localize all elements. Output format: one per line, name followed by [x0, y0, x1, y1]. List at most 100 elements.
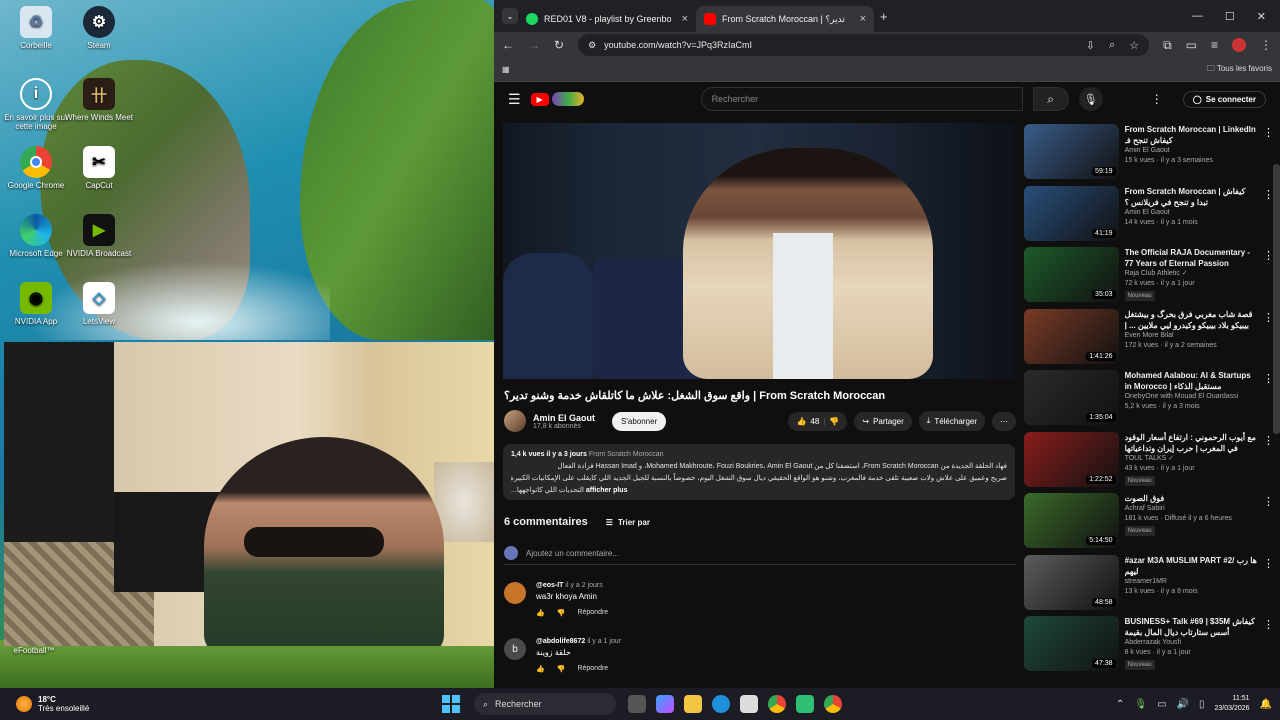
show-more-link[interactable]: afficher plus — [586, 487, 628, 494]
bookmark-star-icon[interactable]: ☆ — [1129, 39, 1139, 52]
more-actions-button[interactable]: ⋯ — [992, 411, 1016, 431]
search-button[interactable]: ⌕ — [1032, 87, 1069, 111]
profile-avatar[interactable] — [1232, 38, 1246, 52]
network-icon[interactable]: ▭ — [1157, 699, 1166, 710]
video-thumbnail[interactable]: 48:58 — [1024, 554, 1119, 610]
reply-button[interactable]: Répondre — [577, 609, 608, 617]
start-button[interactable] — [442, 695, 460, 713]
add-comment[interactable]: Ajoutez un commentaire... — [504, 546, 1016, 565]
related-video-item[interactable]: 35:03 The Official RAJA Documentary - 77 … — [1024, 247, 1274, 309]
related-video-item[interactable]: 1:35:04 Mohamed Aalabou: AI & Startups in… — [1024, 370, 1274, 432]
chrome-profile-taskbar-icon[interactable] — [824, 695, 842, 713]
apps-grid-icon[interactable]: ▦ — [502, 65, 510, 74]
file-explorer-icon[interactable] — [684, 695, 702, 713]
video-thumbnail[interactable]: 59:19 — [1024, 124, 1119, 179]
edge-taskbar-icon[interactable] — [712, 695, 730, 713]
tab-search-icon[interactable]: ⌄ — [502, 8, 518, 24]
chrome-taskbar-icon[interactable] — [768, 695, 786, 713]
video-options-icon[interactable]: ⋮ — [1263, 432, 1274, 494]
download-button[interactable]: ⤓ Télécharger — [918, 411, 985, 431]
media-icon[interactable]: ≡ — [1211, 38, 1218, 52]
zoom-icon[interactable]: ⌕ — [1109, 39, 1115, 52]
desktop-icon-nvidia-broadcast[interactable]: ▶ NVIDIA Broadcast — [60, 214, 138, 258]
video-thumbnail[interactable]: 1:22:52 — [1024, 431, 1119, 487]
extensions-icon[interactable]: ⧉ — [1163, 38, 1172, 53]
related-video-item[interactable]: 41:19 From Scratch Moroccan | كيفاش تبدا … — [1024, 185, 1274, 248]
close-window-icon[interactable]: ✕ — [1257, 10, 1266, 23]
comment-avatar[interactable]: b — [504, 638, 526, 660]
site-info-icon[interactable]: ⚙ — [588, 40, 596, 51]
video-description[interactable]: 1,4 k vues il y a 3 jours From Scratch M… — [503, 444, 1015, 500]
comment-dislike-icon[interactable]: 👎 — [557, 609, 566, 617]
comment-dislike-icon[interactable]: 👎 — [557, 665, 566, 673]
all-bookmarks[interactable]: 🗀 Tous les favoris — [1207, 63, 1272, 77]
video-thumbnail[interactable]: 47:38 — [1024, 616, 1119, 671]
close-icon[interactable]: × — [860, 13, 866, 25]
related-video-title[interactable]: فوق الصوت — [1125, 493, 1257, 504]
video-thumbnail[interactable]: 41:19 — [1024, 185, 1119, 241]
battery-icon[interactable]: ▯ — [1199, 699, 1205, 710]
related-video-title[interactable]: مع أيوب الرحموني : ارتفاع أسعار الوقود ف… — [1125, 432, 1257, 454]
maximize-icon[interactable]: ☐ — [1225, 10, 1235, 23]
menu-icon[interactable]: ⋮ — [1260, 38, 1272, 52]
related-video-item[interactable]: 47:38 BUSINESS+ Talk #69 | $35M كيفاش أسس… — [1024, 616, 1274, 678]
related-video-item[interactable]: 1:41:26 قصة شاب مغربي فرق بحرگ و بيشتغل ب… — [1024, 308, 1274, 371]
related-video-title[interactable]: The Official RAJA Documentary - 77 Years… — [1125, 247, 1257, 269]
minimize-icon[interactable]: — — [1192, 10, 1203, 23]
reply-button[interactable]: Répondre — [577, 665, 608, 673]
settings-kebab-icon[interactable]: ⋮ — [1151, 92, 1163, 106]
back-icon[interactable]: ← — [502, 38, 514, 52]
address-bar[interactable]: ⚙ youtube.com/watch?v=JPq3RzIaCmI ⇩ ⌕ ☆ — [578, 34, 1150, 56]
related-video-title[interactable]: #azar M3A MUSLIM PART #2/ ها رب ليهم — [1125, 555, 1257, 577]
add-comment-input[interactable]: Ajoutez un commentaire... — [526, 549, 619, 558]
search-input[interactable]: Rechercher — [700, 87, 1023, 111]
video-thumbnail[interactable]: 35:03 — [1024, 247, 1119, 302]
taskbar-search[interactable]: ⌕ Rechercher — [474, 693, 616, 715]
store-icon[interactable] — [740, 695, 758, 713]
weather-widget[interactable]: 18°C Très ensoleillé — [0, 695, 420, 713]
channel-name[interactable]: Amin El Gaout — [533, 413, 595, 423]
channel-avatar[interactable] — [504, 410, 526, 432]
desktop-icon-letsview[interactable]: ◇ LetsView — [60, 282, 138, 326]
video-thumbnail[interactable]: 1:35:04 — [1024, 370, 1119, 425]
app-taskbar-icon[interactable] — [796, 695, 814, 713]
video-player[interactable] — [503, 123, 1015, 379]
share-button[interactable]: ↪ Partager — [854, 411, 912, 431]
desktop-icon-efootball[interactable]: eFootball™ — [4, 646, 64, 655]
close-icon[interactable]: × — [682, 13, 688, 25]
tab-youtube[interactable]: From Scratch Moroccan | تدير؟ × — [696, 6, 874, 32]
desktop-icon-steam[interactable]: ⚙ Steam — [60, 6, 138, 50]
related-video-title[interactable]: BUSINESS+ Talk #69 | $35M كيفاش أسس ستار… — [1125, 616, 1257, 638]
task-view-icon[interactable] — [628, 695, 646, 713]
video-thumbnail[interactable]: 1:41:26 — [1024, 308, 1119, 364]
related-video-title[interactable]: From Scratch Moroccan | LinkedIn كيفاش ت… — [1125, 124, 1257, 146]
sort-comments-button[interactable]: ☰ Trier par — [606, 518, 650, 527]
related-video-item[interactable]: 48:58 #azar M3A MUSLIM PART #2/ ها رب ليه… — [1024, 554, 1274, 617]
forward-icon[interactable]: → — [528, 38, 540, 52]
youtube-logo[interactable]: ▶ — [530, 90, 587, 108]
install-icon[interactable]: ⇩ — [1086, 39, 1095, 52]
mic-tray-icon[interactable]: 🎙 — [1134, 699, 1147, 710]
related-video-item[interactable]: 1:22:52 مع أيوب الرحموني : ارتفاع أسعار ا… — [1024, 431, 1274, 494]
new-tab-icon[interactable]: + — [880, 9, 888, 24]
tab-spotify[interactable]: RED01 V8 - playlist by Greenbo × — [518, 6, 696, 32]
hamburger-menu-icon[interactable]: ☰ — [508, 91, 521, 108]
thumbs-down-icon[interactable]: 👎 — [829, 417, 839, 426]
comment-avatar[interactable] — [504, 582, 526, 604]
sign-in-button[interactable]: ◯ Se connecter — [1182, 90, 1266, 108]
reload-icon[interactable]: ↻ — [554, 38, 564, 52]
chevron-up-icon[interactable]: ⌃ — [1116, 699, 1124, 710]
clock[interactable]: 11:51 23/03/2026 — [1215, 694, 1250, 714]
related-video-title[interactable]: From Scratch Moroccan | كيفاش تبدا و تنج… — [1125, 186, 1257, 208]
comment-like-icon[interactable]: 👍 — [536, 609, 545, 617]
desktop-icon-capcut[interactable]: ✂ CapCut — [60, 146, 138, 190]
subscribe-button[interactable]: S'abonner — [612, 411, 667, 431]
related-video-title[interactable]: Mohamed Aalabou: AI & Startups in Morocc… — [1125, 370, 1257, 392]
video-options-icon[interactable]: ⋮ — [1263, 493, 1274, 555]
comment-like-icon[interactable]: 👍 — [536, 665, 545, 673]
related-video-item[interactable]: 59:19 From Scratch Moroccan | LinkedIn كي… — [1024, 124, 1274, 186]
copilot-icon[interactable] — [656, 695, 674, 713]
voice-search-button[interactable]: 🎙 — [1078, 87, 1103, 111]
video-options-icon[interactable]: ⋮ — [1263, 555, 1274, 617]
sidepanel-icon[interactable]: ▭ — [1186, 38, 1197, 52]
